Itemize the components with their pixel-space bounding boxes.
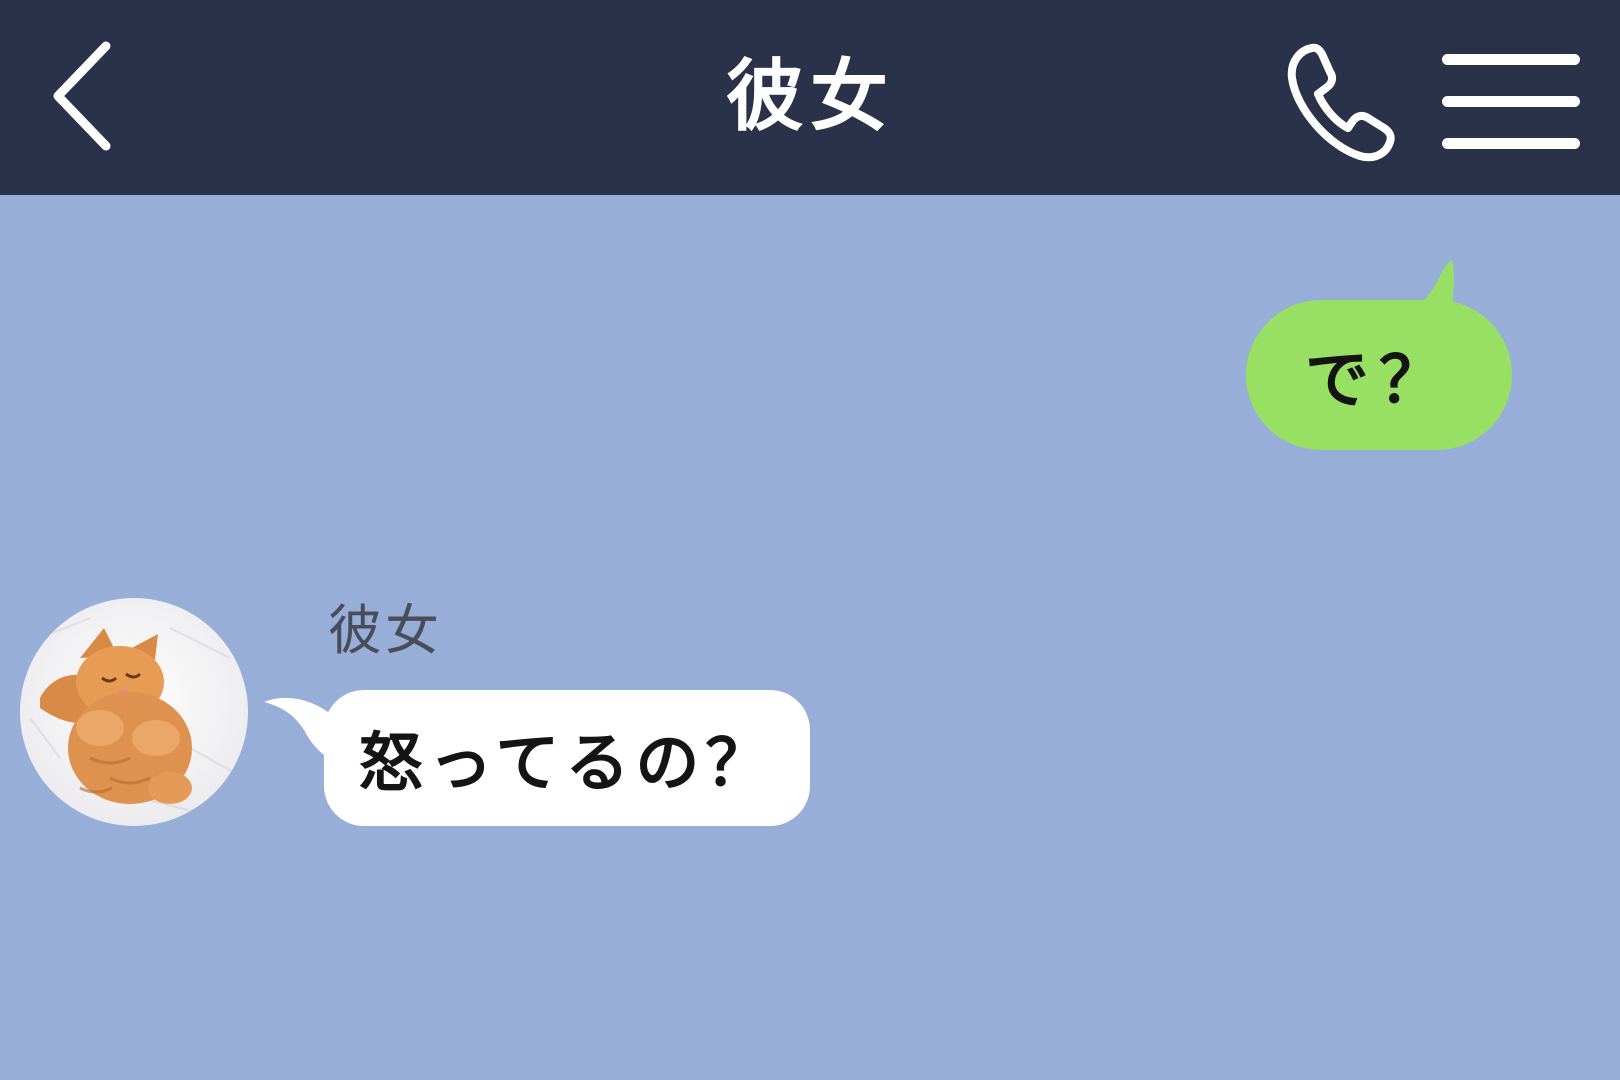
avatar[interactable] — [20, 598, 248, 826]
outgoing-message-bubble[interactable]: で？ — [1246, 300, 1512, 450]
kitten-avatar — [20, 598, 248, 826]
menu-button[interactable] — [1436, 48, 1586, 156]
incoming-message-text: 怒ってるの？ — [358, 727, 776, 801]
phone-icon — [1287, 43, 1395, 162]
incoming-message-bubble[interactable]: 怒ってるの？ — [324, 690, 810, 826]
sender-name: 彼女 — [328, 599, 442, 662]
call-button[interactable] — [1282, 38, 1412, 168]
chat-header: 彼女 — [0, 0, 1620, 195]
outgoing-message-text: で？ — [1305, 344, 1453, 418]
